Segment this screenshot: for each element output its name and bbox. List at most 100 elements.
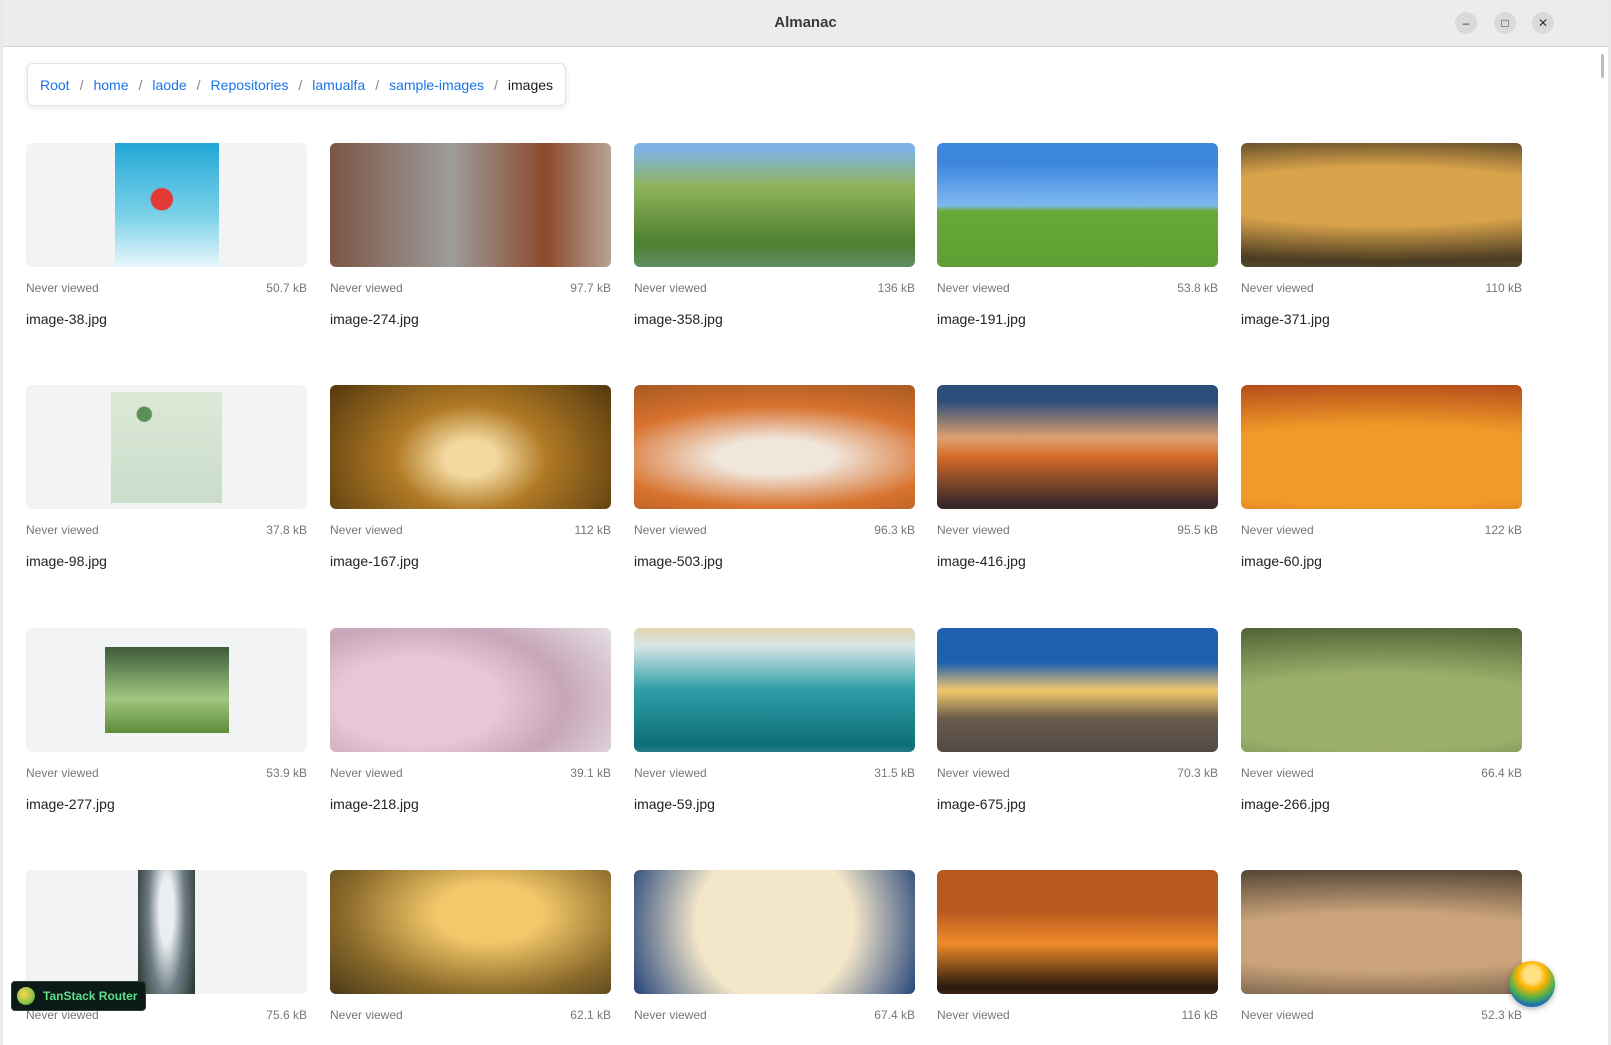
- app-window: Almanac – □ ✕ Root / home / laode / Repo…: [3, 0, 1608, 1045]
- image-card[interactable]: Never viewed 75.6 kB: [26, 870, 307, 1045]
- image-thumbnail[interactable]: [937, 870, 1218, 994]
- image-thumbnail[interactable]: [634, 385, 915, 509]
- image-card[interactable]: Never viewed 97.7 kB image-274.jpg: [330, 143, 611, 353]
- crumb-laode[interactable]: laode: [152, 77, 186, 93]
- image-thumbnail[interactable]: [26, 143, 307, 267]
- image-thumbnail[interactable]: [26, 628, 307, 752]
- crumb-separator: /: [196, 76, 201, 93]
- view-status: Never viewed: [937, 523, 1010, 537]
- image-thumbnail[interactable]: [26, 870, 307, 994]
- image-meta: Never viewed 62.1 kB: [330, 1008, 611, 1022]
- close-button[interactable]: ✕: [1532, 12, 1554, 34]
- file-size: 110 kB: [1485, 281, 1522, 295]
- file-name: image-371.jpg: [1241, 311, 1330, 327]
- maximize-button[interactable]: □: [1494, 12, 1516, 34]
- image-thumbnail[interactable]: [937, 385, 1218, 509]
- image-card[interactable]: Never viewed 39.1 kB image-218.jpg: [330, 628, 611, 838]
- file-name: image-218.jpg: [330, 796, 419, 812]
- image-thumbnail[interactable]: [1241, 143, 1522, 267]
- image-meta: Never viewed 70.3 kB: [937, 766, 1218, 780]
- crumb-home[interactable]: home: [93, 77, 128, 93]
- file-size: 66.4 kB: [1481, 766, 1522, 780]
- image-card[interactable]: Never viewed 95.5 kB image-416.jpg: [937, 385, 1218, 595]
- thumbnail-photo: [937, 385, 1218, 509]
- file-size: 136 kB: [877, 281, 915, 295]
- file-size: 67.4 kB: [874, 1008, 915, 1022]
- image-card[interactable]: Never viewed 67.4 kB: [634, 870, 915, 1045]
- image-card[interactable]: Never viewed 62.1 kB: [330, 870, 611, 1045]
- image-thumbnail[interactable]: [634, 870, 915, 994]
- file-size: 97.7 kB: [570, 281, 611, 295]
- image-thumbnail[interactable]: [26, 385, 307, 509]
- thumbnail-photo: [634, 385, 915, 509]
- image-thumbnail[interactable]: [330, 870, 611, 994]
- image-card[interactable]: Never viewed 70.3 kB image-675.jpg: [937, 628, 1218, 838]
- image-meta: Never viewed 110 kB: [1241, 281, 1522, 295]
- thumbnail-photo: [1241, 870, 1522, 994]
- image-meta: Never viewed 122 kB: [1241, 523, 1522, 537]
- crumb-separator: /: [79, 76, 84, 93]
- view-status: Never viewed: [26, 281, 99, 295]
- image-card[interactable]: Never viewed 52.3 kB: [1241, 870, 1522, 1045]
- crumb-repositories[interactable]: Repositories: [211, 77, 289, 93]
- image-card[interactable]: Never viewed 96.3 kB image-503.jpg: [634, 385, 915, 595]
- image-card[interactable]: Never viewed 31.5 kB image-59.jpg: [634, 628, 915, 838]
- image-card[interactable]: Never viewed 66.4 kB image-266.jpg: [1241, 628, 1522, 838]
- thumbnail-photo: [1241, 628, 1522, 752]
- image-thumbnail[interactable]: [937, 628, 1218, 752]
- image-thumbnail[interactable]: [330, 628, 611, 752]
- thumbnail-photo: [937, 143, 1218, 267]
- thumbnail-photo: [937, 870, 1218, 994]
- file-name: image-358.jpg: [634, 311, 723, 327]
- devtools-floating-icon[interactable]: [1509, 961, 1555, 1007]
- crumb-separator: /: [375, 76, 380, 93]
- file-size: 95.5 kB: [1177, 523, 1218, 537]
- file-size: 116 kB: [1181, 1008, 1218, 1022]
- image-card[interactable]: Never viewed 37.8 kB image-98.jpg: [26, 385, 307, 595]
- image-card[interactable]: Never viewed 110 kB image-371.jpg: [1241, 143, 1522, 353]
- thumbnail-photo: [330, 385, 611, 509]
- image-card[interactable]: Never viewed 122 kB image-60.jpg: [1241, 385, 1522, 595]
- view-status: Never viewed: [634, 523, 707, 537]
- view-status: Never viewed: [937, 281, 1010, 295]
- file-name: image-503.jpg: [634, 553, 723, 569]
- image-thumbnail[interactable]: [937, 143, 1218, 267]
- image-card[interactable]: Never viewed 136 kB image-358.jpg: [634, 143, 915, 353]
- tanstack-logo-icon: [17, 987, 35, 1005]
- scrollbar-thumb[interactable]: [1601, 54, 1604, 78]
- image-card[interactable]: Never viewed 112 kB image-167.jpg: [330, 385, 611, 595]
- crumb-sample-images[interactable]: sample-images: [389, 77, 484, 93]
- image-card[interactable]: Never viewed 53.9 kB image-277.jpg: [26, 628, 307, 838]
- minimize-button[interactable]: –: [1455, 12, 1477, 34]
- image-thumbnail[interactable]: [634, 143, 915, 267]
- devtools-label: TanStack Router: [43, 989, 138, 1003]
- image-thumbnail[interactable]: [1241, 385, 1522, 509]
- crumb-root[interactable]: Root: [40, 77, 70, 93]
- image-meta: Never viewed 37.8 kB: [26, 523, 307, 537]
- crumb-lamualfa[interactable]: lamualfa: [312, 77, 365, 93]
- image-thumbnail[interactable]: [330, 385, 611, 509]
- image-card[interactable]: Never viewed 50.7 kB image-38.jpg: [26, 143, 307, 353]
- image-card[interactable]: Never viewed 53.8 kB image-191.jpg: [937, 143, 1218, 353]
- image-thumbnail[interactable]: [1241, 628, 1522, 752]
- image-meta: Never viewed 116 kB: [937, 1008, 1218, 1022]
- image-meta: Never viewed 136 kB: [634, 281, 915, 295]
- tanstack-router-devtools-button[interactable]: TanStack Router: [11, 981, 147, 1011]
- crumb-separator: /: [298, 76, 303, 93]
- image-meta: Never viewed 39.1 kB: [330, 766, 611, 780]
- view-status: Never viewed: [1241, 766, 1314, 780]
- image-thumbnail[interactable]: [1241, 870, 1522, 994]
- view-status: Never viewed: [26, 766, 99, 780]
- file-size: 122 kB: [1484, 523, 1522, 537]
- image-meta: Never viewed 53.9 kB: [26, 766, 307, 780]
- image-card[interactable]: Never viewed 116 kB: [937, 870, 1218, 1045]
- file-name: image-416.jpg: [937, 553, 1026, 569]
- image-thumbnail[interactable]: [634, 628, 915, 752]
- image-meta: Never viewed 52.3 kB: [1241, 1008, 1522, 1022]
- title-bar: Almanac – □ ✕: [3, 0, 1608, 47]
- view-status: Never viewed: [1241, 523, 1314, 537]
- image-thumbnail[interactable]: [330, 143, 611, 267]
- file-size: 96.3 kB: [874, 523, 915, 537]
- thumbnail-photo: [114, 143, 219, 267]
- thumbnail-photo: [634, 628, 915, 752]
